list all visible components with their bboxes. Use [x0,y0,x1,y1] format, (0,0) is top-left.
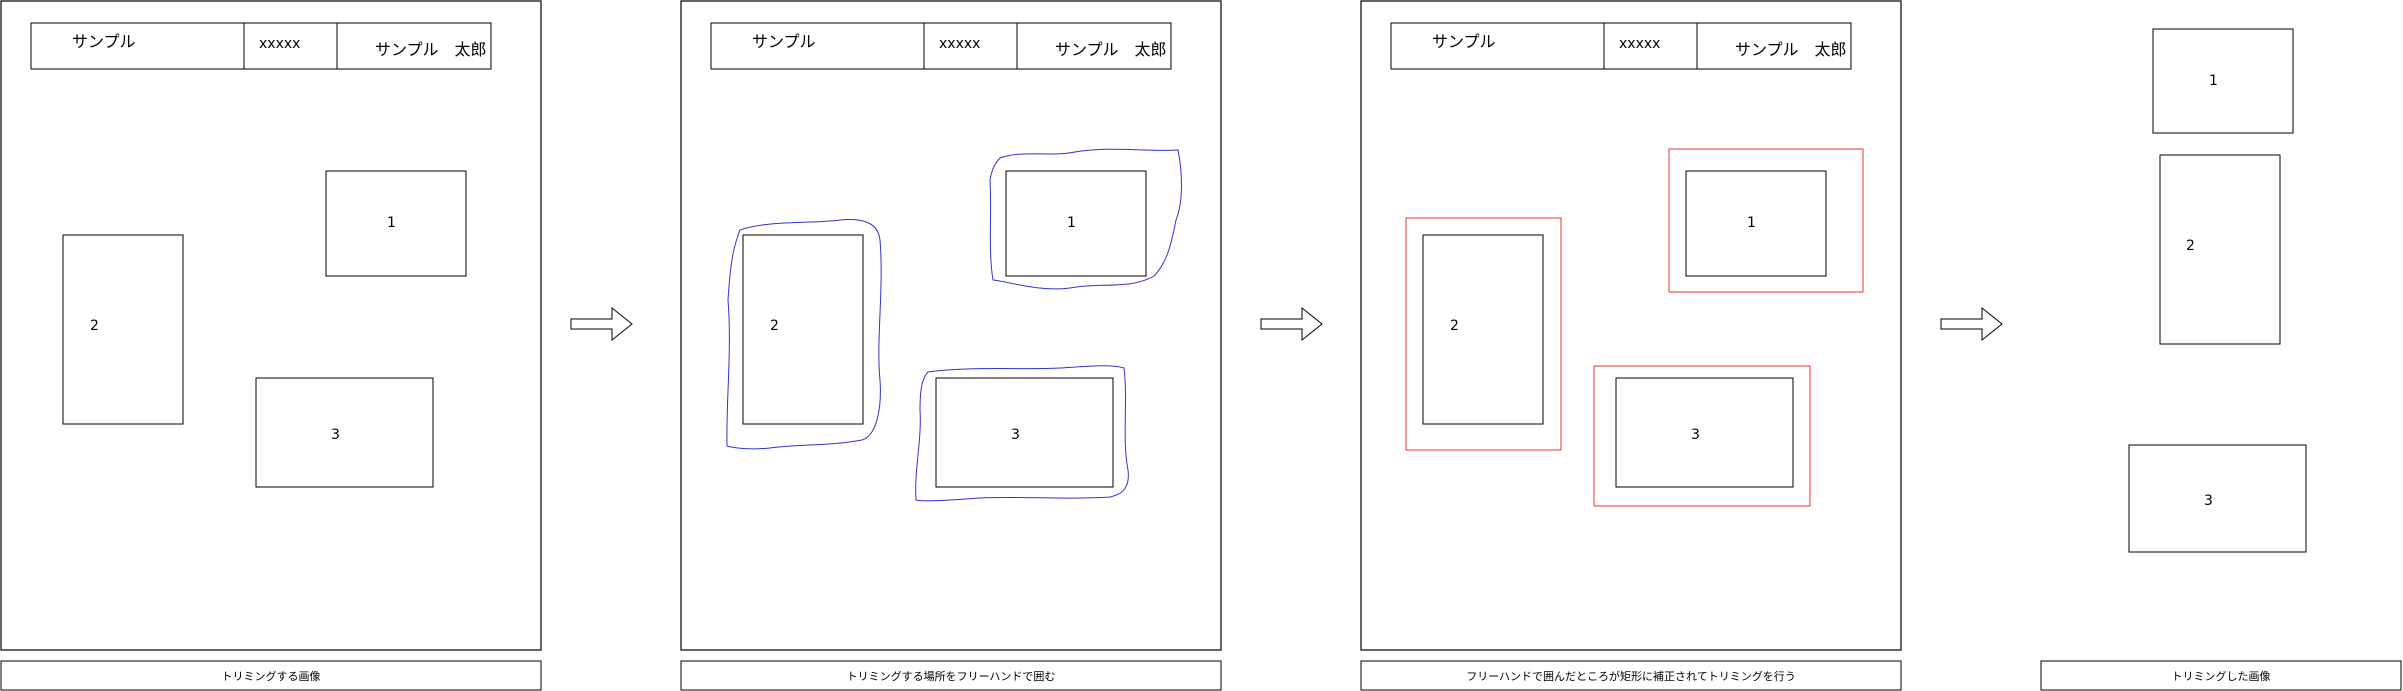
header-name: サンプル [752,32,816,51]
box-3-label: 3 [1011,427,1020,443]
header-user: サンプル 太郎 [1735,40,1847,59]
box-2 [742,234,864,425]
header-user: サンプル 太郎 [1055,40,1167,59]
right-arrow-icon [1940,306,2003,342]
box-3 [255,377,434,488]
result-box-2-label: 2 [2186,238,2195,254]
result-box-1 [2152,28,2294,134]
caption-corrected: フリーハンドで囲んだところが矩形に補正されてトリミングを行う [1466,669,1795,683]
header-name: サンプル [1432,32,1496,51]
result-box-1-label: 1 [2209,73,2218,89]
header-code: xxxxx [259,36,300,52]
result-box-3 [2128,444,2307,553]
caption-original: トリミングする画像 [222,669,321,683]
box-2-label: 2 [1450,318,1459,334]
header-code: xxxxx [939,36,980,52]
header-name: サンプル [72,32,136,51]
trimming-flow-diagram: サンプル xxxxx サンプル 太郎 1 2 3 トリミングする画像 サンプル … [0,0,2402,691]
box-3-label: 3 [1691,427,1700,443]
header-bar: サンプル xxxxx サンプル 太郎 [30,22,492,70]
header-bar: サンプル xxxxx サンプル 太郎 [710,22,1172,70]
panel-corrected: サンプル xxxxx サンプル 太郎 1 2 3 [1360,0,1902,651]
caption-freehand: トリミングする場所をフリーハンドで囲む [847,669,1056,683]
box-1-label: 1 [1747,215,1756,231]
box-1 [1005,170,1147,277]
result-box-3-label: 3 [2204,493,2213,509]
caption-result: トリミングした画像 [2172,669,2271,683]
header-user: サンプル 太郎 [375,40,487,59]
panel-original: サンプル xxxxx サンプル 太郎 1 2 3 [0,0,542,651]
right-arrow-icon [570,306,633,342]
box-1 [1685,170,1827,277]
box-2 [62,234,184,425]
result-box-2 [2159,154,2281,345]
right-arrow-icon [1260,306,1323,342]
box-2-label: 2 [770,318,779,334]
box-1 [325,170,467,277]
box-3 [935,377,1114,488]
box-1-label: 1 [387,215,396,231]
header-code: xxxxx [1619,36,1660,52]
box-1-label: 1 [1067,215,1076,231]
box-3-label: 3 [331,427,340,443]
panel-result: 1 2 3 [2128,28,2307,553]
box-2 [1422,234,1544,425]
header-bar: サンプル xxxxx サンプル 太郎 [1390,22,1852,70]
box-3 [1615,377,1794,488]
box-2-label: 2 [90,318,99,334]
panel-freehand: サンプル xxxxx サンプル 太郎 1 2 3 [680,0,1222,651]
